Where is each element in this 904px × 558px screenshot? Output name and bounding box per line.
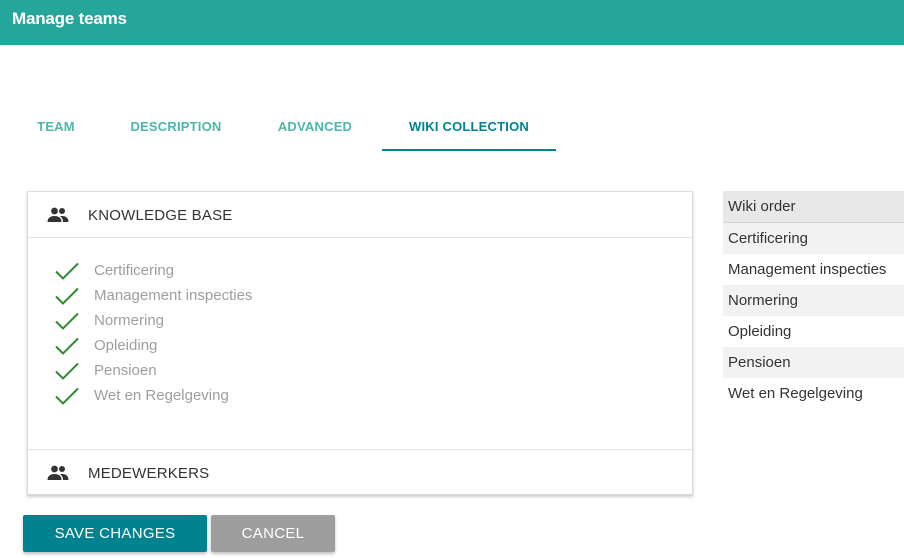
tab-bar: TEAM DESCRIPTION ADVANCED WIKI COLLECTIO… [0, 104, 904, 152]
item-label: Normering [94, 312, 165, 329]
section-knowledge-base[interactable]: KNOWLEDGE BASE [28, 192, 692, 238]
list-item[interactable]: Management inspecties [54, 284, 454, 309]
wiki-order-title: Wiki order [723, 191, 904, 223]
checkmark-icon [55, 362, 79, 380]
list-item[interactable]: Certificering [54, 259, 454, 284]
save-changes-button[interactable]: SAVE CHANGES [23, 515, 207, 552]
checkmark-icon [55, 337, 79, 355]
list-item[interactable]: Normering [54, 309, 454, 334]
wiki-order-item[interactable]: Pensioen [723, 347, 904, 378]
item-label: Wet en Regelgeving [94, 387, 229, 404]
item-label: Opleiding [94, 337, 158, 354]
wiki-order-item[interactable]: Normering [723, 285, 904, 316]
checkmark-icon [55, 387, 79, 405]
list-item[interactable]: Opleiding [54, 334, 454, 359]
tab-team[interactable]: TEAM [20, 104, 92, 151]
wiki-order-item[interactable]: Certificering [723, 223, 904, 254]
wiki-order-list: Wiki order Certificering Management insp… [723, 191, 904, 409]
wiki-order-item[interactable]: Wet en Regelgeving [723, 378, 904, 409]
active-tab-indicator [382, 149, 556, 151]
list-item[interactable]: Pensioen [54, 359, 454, 384]
wiki-order-item[interactable]: Opleiding [723, 316, 904, 347]
cancel-button[interactable]: CANCEL [211, 515, 335, 552]
page-title: Manage teams [12, 9, 127, 28]
people-icon [47, 465, 69, 480]
section-medewerkers[interactable]: MEDEWERKERS [28, 449, 692, 495]
checkmark-icon [55, 312, 79, 330]
wiki-order-item[interactable]: Management inspecties [723, 254, 904, 285]
app-header: Manage teams [0, 0, 904, 45]
item-label: Certificering [94, 262, 175, 279]
section-label: MEDEWERKERS [88, 465, 210, 482]
wiki-collection-panel: KNOWLEDGE BASE Certificering Management … [27, 191, 693, 495]
knowledge-base-items: Certificering Management inspecties Norm… [28, 238, 692, 449]
tab-description[interactable]: DESCRIPTION [108, 104, 244, 151]
item-label: Management inspecties [94, 287, 253, 304]
checkmark-icon [55, 287, 79, 305]
people-icon [47, 207, 69, 222]
item-label: Pensioen [94, 362, 157, 379]
section-label: KNOWLEDGE BASE [88, 207, 233, 224]
tab-advanced[interactable]: ADVANCED [256, 104, 374, 151]
tab-wiki-collection[interactable]: WIKI COLLECTION [382, 104, 556, 151]
list-item[interactable]: Wet en Regelgeving [54, 384, 454, 409]
checkmark-icon [55, 262, 79, 280]
